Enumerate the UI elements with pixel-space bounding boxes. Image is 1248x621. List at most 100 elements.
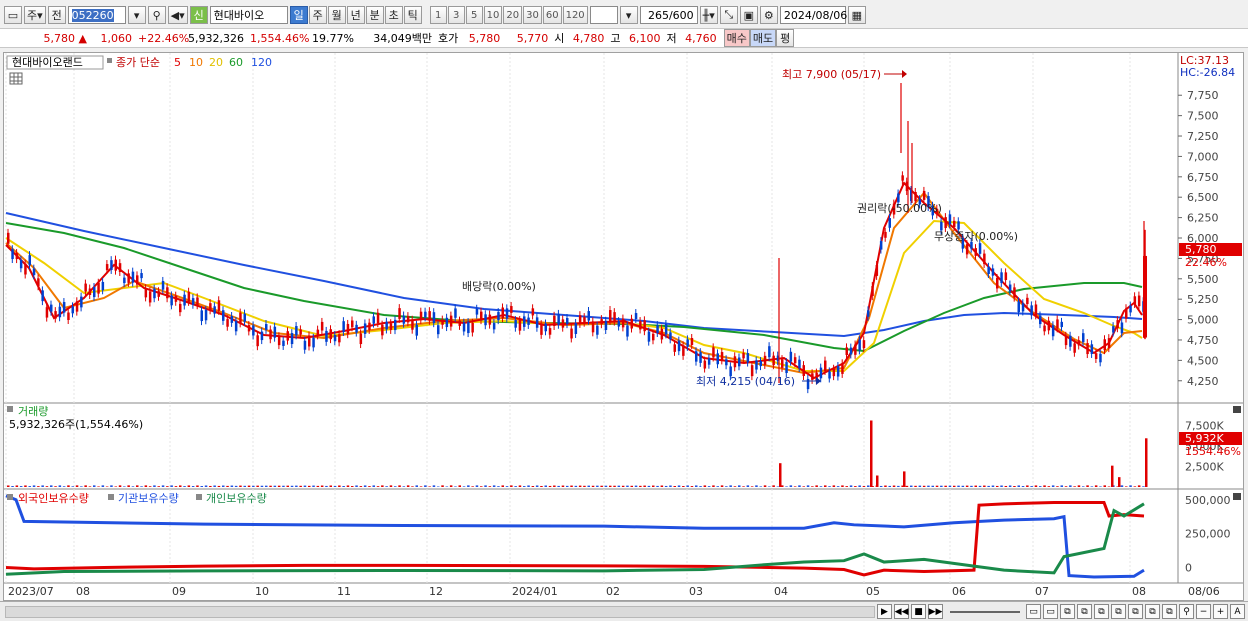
layout-icon-9[interactable]: ⧉ [1162, 604, 1177, 619]
interval-3[interactable]: 3 [447, 6, 465, 24]
legend-stock-name: 현대바이오랜드 [12, 56, 83, 69]
candle-icon[interactable]: ╫▾ [699, 6, 718, 24]
interval-10[interactable]: 10 [483, 6, 503, 24]
candle-body [785, 362, 788, 374]
legend-ma10[interactable]: 10 [189, 56, 203, 69]
volume-bar [88, 486, 92, 487]
volume-bar [634, 485, 638, 487]
volume-bar [617, 485, 621, 487]
volume-bar [914, 485, 917, 487]
volume-close-icon[interactable] [1233, 406, 1241, 413]
type-selector[interactable]: 주 ▾ [24, 6, 46, 24]
interval-20[interactable]: 20 [503, 6, 523, 24]
interval-custom-input[interactable] [589, 6, 618, 24]
interval-5[interactable]: 5 [465, 6, 483, 24]
period-year[interactable]: 년 [346, 6, 365, 24]
period-day[interactable]: 일 [289, 6, 308, 24]
interval-1[interactable]: 1 [429, 6, 447, 24]
zoom-slider[interactable] [950, 611, 1020, 613]
layout-icon-4[interactable]: ⧉ [1077, 604, 1092, 619]
legend-ma5[interactable]: 5 [174, 56, 181, 69]
period-week[interactable]: 주 [308, 6, 327, 24]
layout-icon-7[interactable]: ⧉ [1128, 604, 1143, 619]
rewind-icon[interactable]: ◀◀ [894, 604, 909, 619]
chart-svg[interactable]: 7,7507,5007,2507,0006,7506,5006,2506,000… [4, 53, 1243, 600]
zoom-in-icon[interactable]: + [1213, 604, 1228, 619]
volume-bar [738, 485, 741, 487]
candle-body [561, 319, 565, 328]
legend-individual[interactable]: 개인보유수량 [206, 492, 267, 505]
candle-body [983, 253, 986, 265]
bottom-scrollbar[interactable]: ▶ ◀◀ ■ ▶▶ ▭ ▭ ⧉ ⧉ ⧉ ⧉ ⧉ ⧉ ⧉ ⚲ − + A [0, 601, 1248, 621]
layout-icon-6[interactable]: ⧉ [1111, 604, 1126, 619]
period-tick[interactable]: 틱 [403, 6, 422, 24]
legend-ma20[interactable]: 20 [209, 56, 223, 69]
stock-name-field[interactable]: 현대바이오 [209, 6, 288, 24]
candle-body [101, 281, 105, 291]
holders-close-icon[interactable] [1233, 493, 1241, 500]
chart-area[interactable]: 7,750 7,500 7,250 7,000 6,750 6,500 6,250 6,000… [3, 52, 1244, 601]
interval-120[interactable]: 120 [562, 6, 588, 24]
volume-bar [1026, 485, 1029, 487]
candle-body [630, 318, 633, 329]
legend-foreign[interactable]: 외국인보유수량 [18, 492, 89, 505]
scroll-track[interactable] [5, 606, 875, 618]
layout-icon-5[interactable]: ⧉ [1094, 604, 1109, 619]
candle-body [1060, 321, 1063, 328]
period-second[interactable]: 초 [384, 6, 403, 24]
layout-icon-2[interactable]: ▭ [1043, 604, 1058, 619]
period-month[interactable]: 월 [327, 6, 346, 24]
legend-ma120[interactable]: 120 [251, 56, 272, 69]
stop-icon[interactable]: ■ [911, 604, 926, 619]
period-minute[interactable]: 분 [365, 6, 384, 24]
window-menu-icon[interactable]: ▭ [4, 6, 22, 24]
volume-spike-bar [903, 471, 906, 487]
auto-scale-icon[interactable]: A [1230, 604, 1245, 619]
fast-forward-icon[interactable]: ▶▶ [928, 604, 943, 619]
candle-body [75, 301, 79, 312]
candle-body [574, 323, 578, 334]
save-icon[interactable]: ▣ [739, 6, 758, 24]
signal-button[interactable]: 신 [189, 6, 208, 24]
scroll-right-icon[interactable]: ▶ [877, 604, 892, 619]
interval-30[interactable]: 30 [523, 6, 542, 24]
candle-body [1112, 326, 1115, 333]
volume-bar [372, 485, 375, 487]
zoom-out-icon[interactable]: − [1196, 604, 1211, 619]
candle-body [411, 319, 414, 330]
prev-button[interactable]: 전 [47, 6, 66, 24]
candle-body [187, 291, 191, 302]
layout-icon-8[interactable]: ⧉ [1145, 604, 1160, 619]
legend-institution[interactable]: 기관보유수량 [118, 492, 179, 505]
volume-bar [944, 485, 947, 487]
speaker-icon[interactable]: ◀▾ [167, 6, 188, 24]
calendar-icon[interactable]: ▦ [847, 6, 866, 24]
candle-body [497, 312, 500, 321]
layout-icon-1[interactable]: ▭ [1026, 604, 1041, 619]
search-icon[interactable]: ⚲ [147, 6, 166, 24]
volume-bar [118, 485, 122, 487]
stock-code-input[interactable]: 052260 [67, 6, 126, 24]
volume-title[interactable]: 거래량 [18, 405, 48, 418]
interval-60[interactable]: 60 [542, 6, 562, 24]
code-dropdown-icon[interactable]: ▾ [127, 6, 146, 24]
candle-body [282, 340, 285, 346]
gear-icon[interactable]: ⚙ [759, 6, 778, 24]
crosshair-icon[interactable]: ⤡ [719, 6, 738, 24]
interval-dropdown-icon[interactable]: ▾ [619, 6, 638, 24]
table-icon[interactable] [9, 72, 23, 85]
buy-button[interactable]: 매수 [723, 29, 750, 47]
volume-bar [419, 486, 423, 487]
date-input[interactable]: 2024/08/06 [779, 6, 847, 24]
zoom-search-icon[interactable]: ⚲ [1179, 604, 1194, 619]
candle-body [1064, 335, 1068, 346]
count-input[interactable]: 265/600 [639, 6, 698, 24]
legend-ma60[interactable]: 60 [229, 56, 243, 69]
eval-button[interactable]: 평 [776, 29, 795, 47]
layout-icon-3[interactable]: ⧉ [1060, 604, 1075, 619]
volume-bar [819, 486, 823, 487]
candle-body [363, 323, 367, 334]
sell-button[interactable]: 매도 [749, 29, 777, 47]
volume-bar [84, 485, 87, 487]
volume-bar [927, 485, 930, 487]
